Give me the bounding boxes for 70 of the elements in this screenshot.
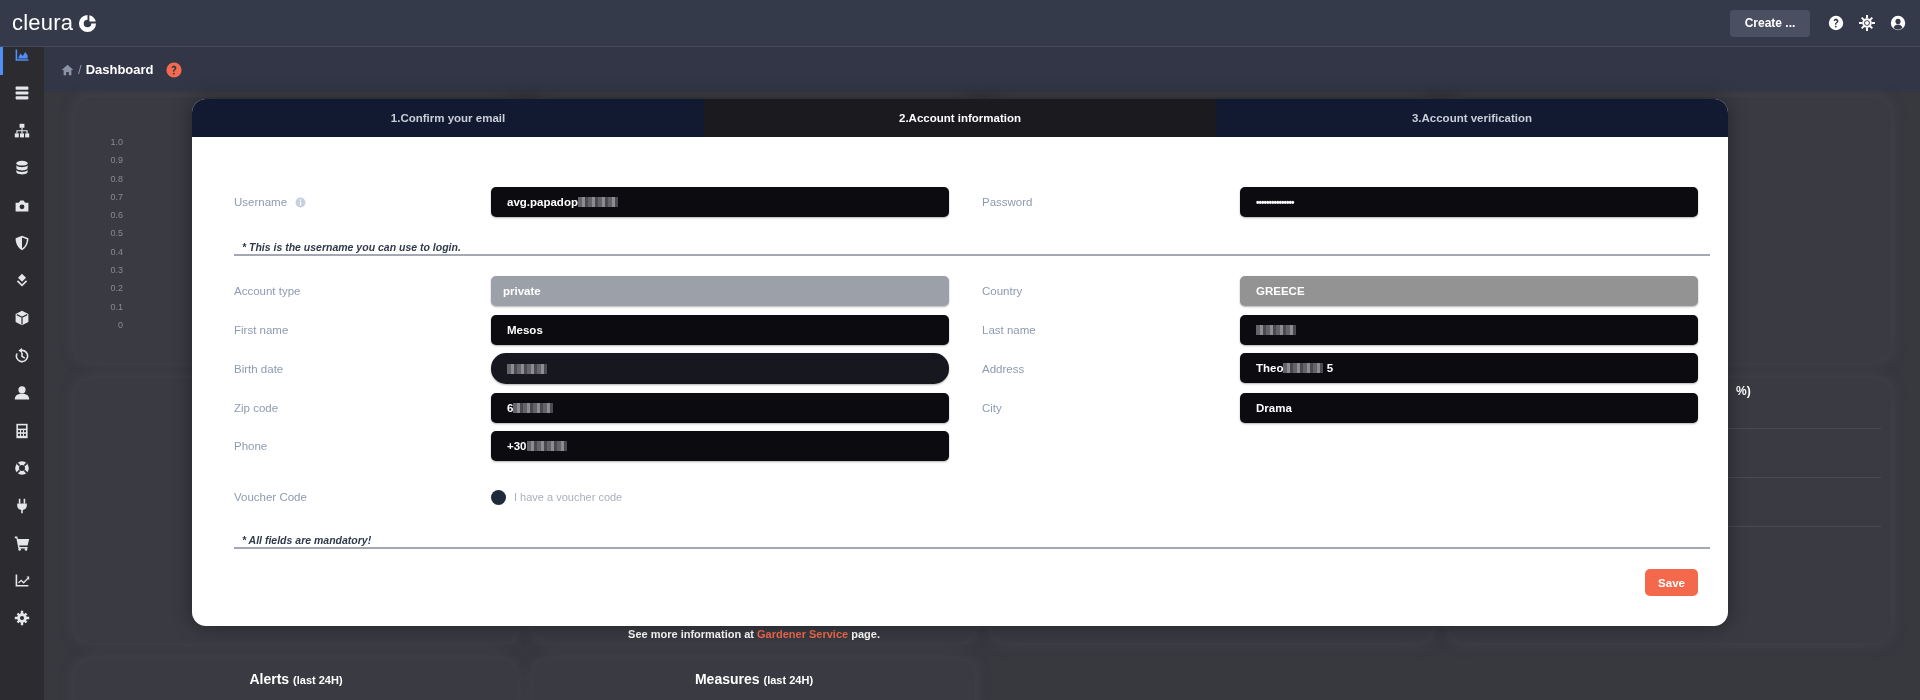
field-label: First name	[234, 323, 289, 336]
field-label: City	[982, 401, 1002, 414]
card-subtitle: (last 24H)	[763, 674, 814, 686]
create-button[interactable]: Create ...	[1730, 9, 1810, 37]
field-label: Phone	[234, 440, 268, 452]
database-icon	[14, 160, 30, 177]
logo-text: cleura	[12, 10, 74, 36]
axis-label: 0.6	[110, 209, 123, 223]
voucher-radio[interactable]	[491, 489, 506, 505]
gardener-service-link[interactable]: Gardener Service	[757, 628, 849, 640]
field-label: Account type	[234, 285, 301, 297]
history-icon	[14, 347, 30, 364]
user-icon	[14, 385, 30, 402]
axis-label: 0.1	[110, 300, 123, 314]
input-field[interactable]: avg.papadop	[491, 187, 949, 217]
lifebuoy-icon	[14, 460, 30, 477]
trend-chart-icon	[14, 572, 30, 589]
field-label: Address	[982, 362, 1025, 375]
input-field[interactable]	[1240, 314, 1698, 345]
layers-icon	[14, 272, 30, 289]
axis-label: 0.3	[110, 264, 123, 278]
axis-label: 0.5	[110, 227, 123, 241]
user-icon[interactable]	[1890, 15, 1906, 31]
date-field[interactable]	[491, 353, 949, 384]
axis-label: 1.0	[110, 136, 123, 149]
area-chart-icon	[14, 48, 30, 64]
field-label: Last name	[982, 323, 1036, 336]
cube-icon	[14, 310, 30, 327]
field-label: Zip code	[234, 401, 279, 414]
card-title: Measures	[694, 671, 760, 687]
password-field[interactable]: •••••••••••••••	[1240, 187, 1698, 217]
axis-label: 0	[118, 318, 123, 332]
breadcrumb-current: Dashboard	[85, 62, 154, 77]
axis-label: 0.7	[110, 190, 123, 204]
camera-icon	[14, 197, 30, 214]
form-note: * All fields are mandatory!	[241, 534, 373, 546]
plug-icon	[14, 497, 30, 514]
input-field[interactable]: Theo 5	[1240, 353, 1698, 383]
wizard-step-tab[interactable]: 1.Confirm your email	[192, 99, 704, 137]
home-icon[interactable]	[61, 63, 74, 76]
card-subtitle: (last 24H)	[293, 674, 343, 686]
field-label: Birth date	[234, 362, 284, 375]
calculator-icon	[14, 422, 30, 439]
input-field[interactable]: Mesos	[491, 314, 949, 345]
breadcrumb-separator: /	[78, 62, 82, 77]
card-title: %)	[1736, 384, 1751, 398]
wizard-step-tab[interactable]: 2.Account information	[704, 99, 1216, 137]
cart-icon	[14, 535, 30, 552]
info-text: See more information at Gardener Service page.	[628, 628, 880, 640]
logo-icon	[78, 13, 98, 33]
axis-label: 0.9	[110, 154, 123, 168]
axis-label: 0.4	[110, 245, 123, 259]
field-label: Country	[982, 285, 1023, 297]
form-hint: * This is the username you can use to login.	[241, 241, 462, 253]
input-field[interactable]: +30	[491, 431, 949, 461]
wizard-step-tab[interactable]: 3.Account verification	[1216, 99, 1728, 137]
hierarchy-icon	[14, 122, 30, 139]
axis-label: 0.8	[110, 172, 123, 186]
help-icon[interactable]	[1828, 15, 1844, 31]
card-title: Alerts	[249, 671, 290, 687]
field-label: Password	[982, 196, 1033, 208]
field-label: Voucher Code	[234, 491, 307, 503]
axis-label: 0.2	[110, 282, 123, 296]
settings-icon	[14, 610, 30, 627]
shield-icon	[14, 235, 30, 252]
settings-icon[interactable]	[1859, 15, 1875, 31]
server-icon	[14, 85, 30, 102]
field-label: Username	[234, 196, 288, 208]
input-field[interactable]: 6	[491, 392, 949, 423]
input-field[interactable]: Drama	[1240, 392, 1698, 423]
